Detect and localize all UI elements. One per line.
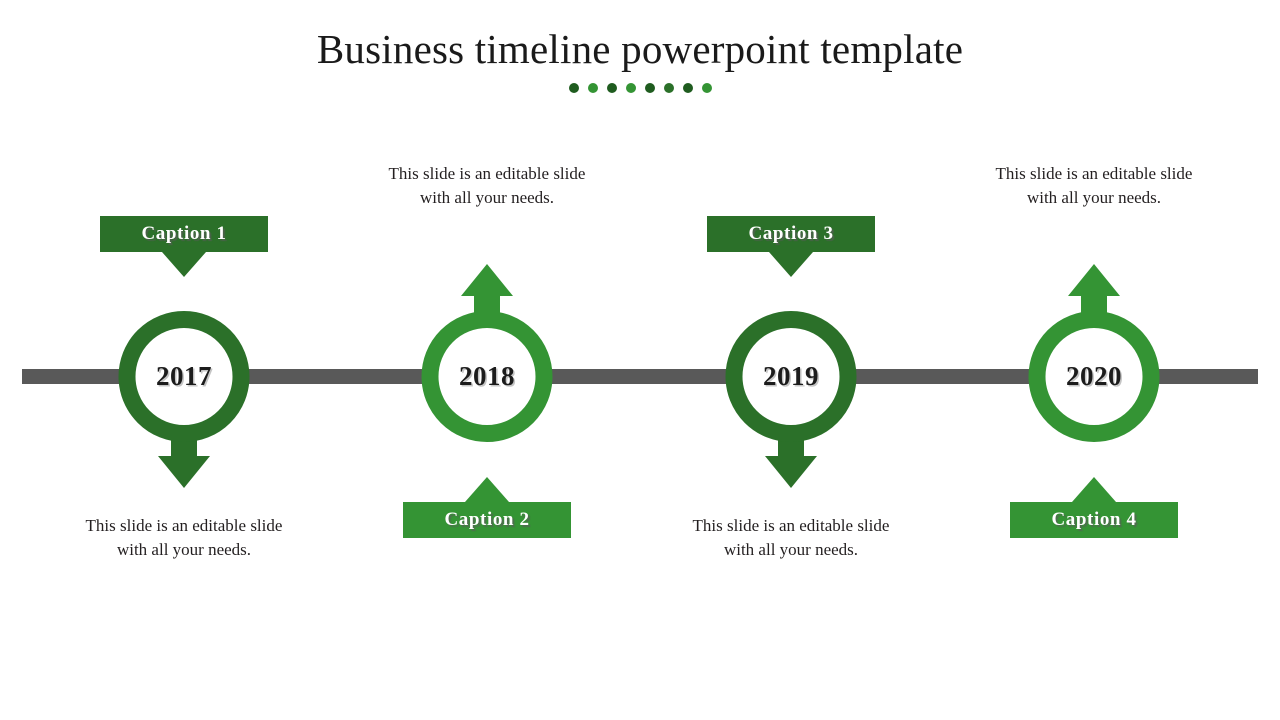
- caption-pointer-up-icon: [1072, 477, 1116, 502]
- caption-pointer-down-icon: [162, 252, 206, 277]
- caption-box[interactable]: Caption 4: [1010, 477, 1178, 538]
- node-description: This slide is an editable slide with all…: [85, 516, 283, 560]
- caption-box[interactable]: Caption 2: [403, 477, 571, 538]
- year-label: 2019: [763, 361, 819, 391]
- year-label: 2020: [1066, 361, 1122, 391]
- caption-box[interactable]: Caption 1: [100, 216, 268, 277]
- caption-pointer-up-icon: [465, 477, 509, 502]
- timeline-node: 2018 Caption 2 This slide is an editable s…: [337, 0, 637, 720]
- caption-label: Caption 4: [1051, 509, 1137, 530]
- caption-pointer-down-icon: [769, 252, 813, 277]
- caption-box[interactable]: Caption 3: [707, 216, 875, 277]
- caption-label: Caption 3: [748, 223, 834, 244]
- timeline-node: 2017 Caption 1 This slide is an editable s…: [34, 0, 334, 720]
- year-label: 2017: [156, 361, 212, 391]
- timeline-slide: Business timeline powerpoint template 20…: [0, 0, 1280, 720]
- node-description: This slide is an editable slide with all…: [692, 516, 890, 560]
- caption-label: Caption 2: [444, 509, 530, 530]
- node-description: This slide is an editable slide with all…: [995, 164, 1193, 208]
- timeline-node: 2019 Caption 3 This slide is an editable s…: [641, 0, 941, 720]
- year-label: 2018: [459, 361, 515, 391]
- caption-label: Caption 1: [141, 223, 227, 244]
- timeline-node: 2020 Caption 4 This slide is an editable s…: [944, 0, 1244, 720]
- node-description: This slide is an editable slide with all…: [388, 164, 586, 208]
